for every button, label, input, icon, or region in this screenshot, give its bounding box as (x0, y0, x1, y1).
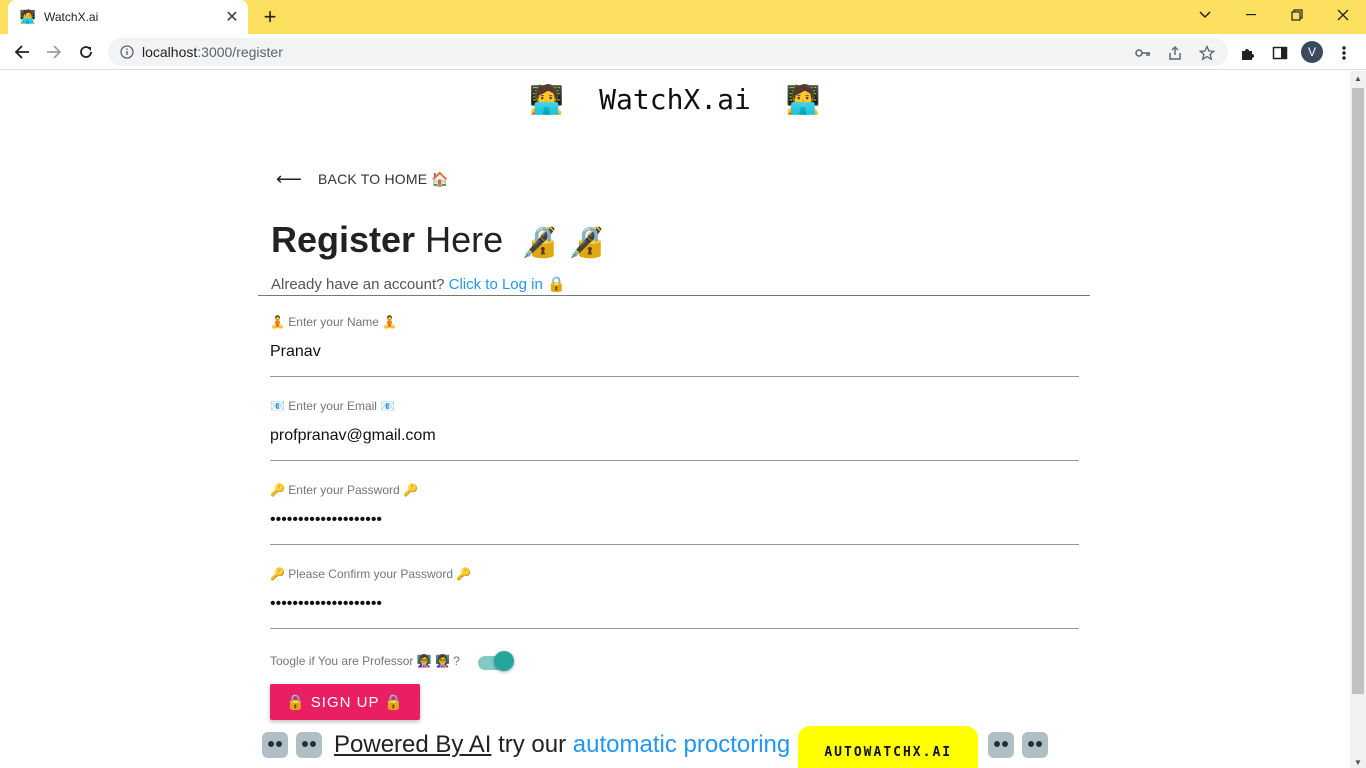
extensions-icon[interactable] (1237, 42, 1259, 64)
technologist-icon: 🧑‍💻 (785, 83, 821, 116)
technologist-favicon-icon: 🧑‍💻 (19, 9, 37, 24)
page-title: Register Here 🔏 🔏 (271, 219, 605, 261)
email-underline (270, 460, 1079, 461)
scroll-down-icon[interactable]: ▼ (1354, 758, 1362, 767)
share-icon[interactable] (1166, 44, 1184, 62)
technologist-icon: 🧑‍💻 (529, 83, 565, 116)
back-arrow-icon[interactable] (8, 38, 36, 66)
close-tab-icon[interactable]: ✕ (222, 7, 242, 27)
profile-avatar[interactable]: V (1301, 41, 1323, 63)
automatic-proctoring-link[interactable]: automatic proctoring (573, 731, 790, 759)
divider (258, 295, 1090, 296)
email-input[interactable] (270, 424, 1079, 448)
tab-strip: 🧑‍💻 WatchX.ai ✕ + (0, 0, 1366, 34)
browser-tab[interactable]: 🧑‍💻 WatchX.ai ✕ (8, 0, 248, 34)
password-input[interactable] (270, 508, 1079, 532)
url-host: localhost (142, 44, 198, 60)
powered-by-ai-link[interactable]: Powered By AI (334, 731, 491, 759)
password-label: 🔑 Enter your Password 🔑 (270, 483, 418, 497)
login-prompt: Already have an account? Click to Log in… (271, 275, 566, 293)
scrollbar-thumb[interactable] (1352, 88, 1364, 694)
restore-icon[interactable] (1274, 0, 1320, 30)
key-icon[interactable] (1134, 44, 1152, 62)
lock-with-pen-icon: 🔏 🔏 (521, 225, 606, 260)
robot-icon (988, 732, 1015, 758)
confirm-password-label: 🔑 Please Confirm your Password 🔑 (270, 567, 472, 581)
password-underline (270, 544, 1079, 545)
back-to-home-link[interactable]: ⟵ BACK TO HOME 🏠 (276, 169, 449, 190)
address-bar[interactable]: localhost:3000/register (108, 38, 1228, 66)
site-info-icon[interactable] (120, 45, 134, 59)
tab-search-icon[interactable] (1182, 0, 1228, 30)
url-path: :3000/register (197, 44, 283, 60)
forward-arrow-icon[interactable] (40, 38, 68, 66)
robot-icon (296, 732, 322, 758)
confirm-password-underline (270, 628, 1079, 629)
autowatchx-badge[interactable]: AUTOWATCHX.AI (798, 726, 979, 768)
page-viewport: 🧑‍💻 WatchX.ai 🧑‍💻 ⟵ BACK TO HOME 🏠 Regis… (0, 71, 1350, 768)
name-input[interactable] (270, 340, 1079, 364)
close-window-icon[interactable] (1320, 0, 1366, 30)
tab-title: WatchX.ai (44, 10, 99, 24)
toggle-thumb (493, 651, 514, 671)
name-underline (270, 376, 1079, 377)
robot-icon (262, 732, 288, 758)
sign-up-button[interactable]: 🔒 SIGN UP 🔒 (270, 684, 420, 720)
back-to-home-label: BACK TO HOME 🏠 (318, 171, 449, 187)
login-link[interactable]: Click to Log in (449, 276, 543, 293)
new-tab-icon[interactable]: + (258, 4, 282, 29)
name-field: 🧘 Enter your Name 🧘 (270, 314, 1079, 377)
email-field: 📧 Enter your Email 📧 (270, 398, 1079, 461)
name-label: 🧘 Enter your Name 🧘 (270, 315, 398, 329)
page-title-bold: Register (271, 219, 416, 260)
confirm-password-input[interactable] (270, 592, 1079, 616)
left-arrow-icon: ⟵ (276, 169, 303, 189)
professor-toggle-label: Toogle if You are Professor 👩‍🏫 👩‍🏫 ? (270, 654, 460, 668)
brand-name: WatchX.ai (599, 83, 751, 116)
lock-icon: 🔒 (547, 275, 566, 293)
bookmark-star-icon[interactable] (1198, 44, 1216, 62)
brand-title: 🧑‍💻 WatchX.ai 🧑‍💻 (0, 83, 1350, 116)
robot-icon (1022, 732, 1049, 758)
page-title-rest: Here (425, 219, 504, 260)
email-label: 📧 Enter your Email 📧 (270, 399, 396, 413)
professor-toggle[interactable] (474, 649, 514, 673)
footer-banner: Powered By AI try our automatic proctori… (262, 723, 1056, 768)
password-field: 🔑 Enter your Password 🔑 (270, 482, 1079, 545)
footer-middle-text: try our (491, 731, 573, 758)
scroll-up-icon[interactable]: ▲ (1354, 74, 1362, 83)
professor-toggle-row: Toogle if You are Professor 👩‍🏫 👩‍🏫 ? (270, 649, 514, 673)
menu-kebab-icon[interactable] (1333, 42, 1355, 64)
side-panel-icon[interactable] (1269, 42, 1291, 64)
minimize-icon[interactable] (1228, 0, 1274, 30)
confirm-password-field: 🔑 Please Confirm your Password 🔑 (270, 566, 1079, 629)
reload-icon[interactable] (72, 38, 100, 66)
browser-toolbar: localhost:3000/register (0, 34, 1366, 70)
login-prompt-text: Already have an account? (271, 276, 445, 293)
